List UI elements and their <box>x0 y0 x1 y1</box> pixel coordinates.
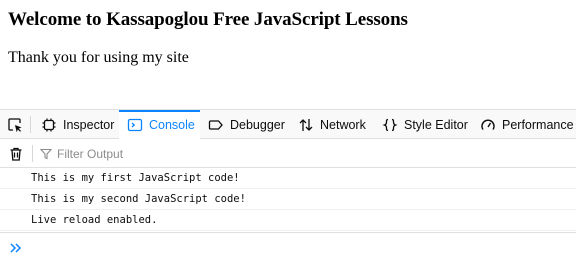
tab-style-editor-label: Style Editor <box>404 117 468 132</box>
inspector-icon <box>42 118 56 131</box>
console-filter-bar: Filter Output <box>0 139 576 168</box>
console-message: This is my second JavaScript code! <box>0 189 576 210</box>
tab-inspector-label: Inspector <box>63 117 115 132</box>
devtools-panel: Inspector Console Debugger Network Style… <box>0 109 576 264</box>
console-message: This is my first JavaScript code! <box>0 168 576 189</box>
page-heading: Welcome to Kassapoglou Free JavaScript L… <box>8 9 408 30</box>
trash-icon <box>10 147 22 161</box>
tab-network[interactable]: Network <box>290 110 374 139</box>
tab-style-editor[interactable]: Style Editor <box>374 110 472 139</box>
console-message: Live reload enabled. <box>0 210 576 231</box>
filter-icon <box>40 148 52 159</box>
tab-performance[interactable]: Performance <box>472 110 576 139</box>
page-paragraph: Thank you for using my site <box>8 49 189 66</box>
element-picker-icon <box>8 117 22 132</box>
tab-inspector[interactable]: Inspector <box>33 110 119 139</box>
network-icon <box>299 118 313 131</box>
console-input[interactable] <box>0 232 576 264</box>
tab-performance-label: Performance <box>502 117 574 132</box>
clear-console-button[interactable] <box>7 145 25 163</box>
tab-debugger-label: Debugger <box>230 117 285 132</box>
filter-output-input[interactable]: Filter Output <box>40 139 123 168</box>
console-icon <box>127 118 143 131</box>
performance-icon <box>481 119 495 130</box>
filter-placeholder: Filter Output <box>57 146 124 161</box>
style-editor-icon <box>382 118 398 131</box>
tab-network-label: Network <box>320 117 366 132</box>
devtools-toolbar: Inspector Console Debugger Network Style… <box>0 110 576 139</box>
toolbar-separator <box>30 116 31 133</box>
console-prompt-icon <box>10 243 22 253</box>
web-page: Welcome to Kassapoglou Free JavaScript L… <box>0 0 576 108</box>
console-output: This is my first JavaScript code! This i… <box>0 168 576 231</box>
tab-debugger[interactable]: Debugger <box>200 110 290 139</box>
tab-console-label: Console <box>149 117 195 132</box>
debugger-icon <box>208 119 223 130</box>
tab-console[interactable]: Console <box>119 110 200 139</box>
element-picker-button[interactable] <box>0 110 30 139</box>
filter-separator <box>32 145 33 162</box>
